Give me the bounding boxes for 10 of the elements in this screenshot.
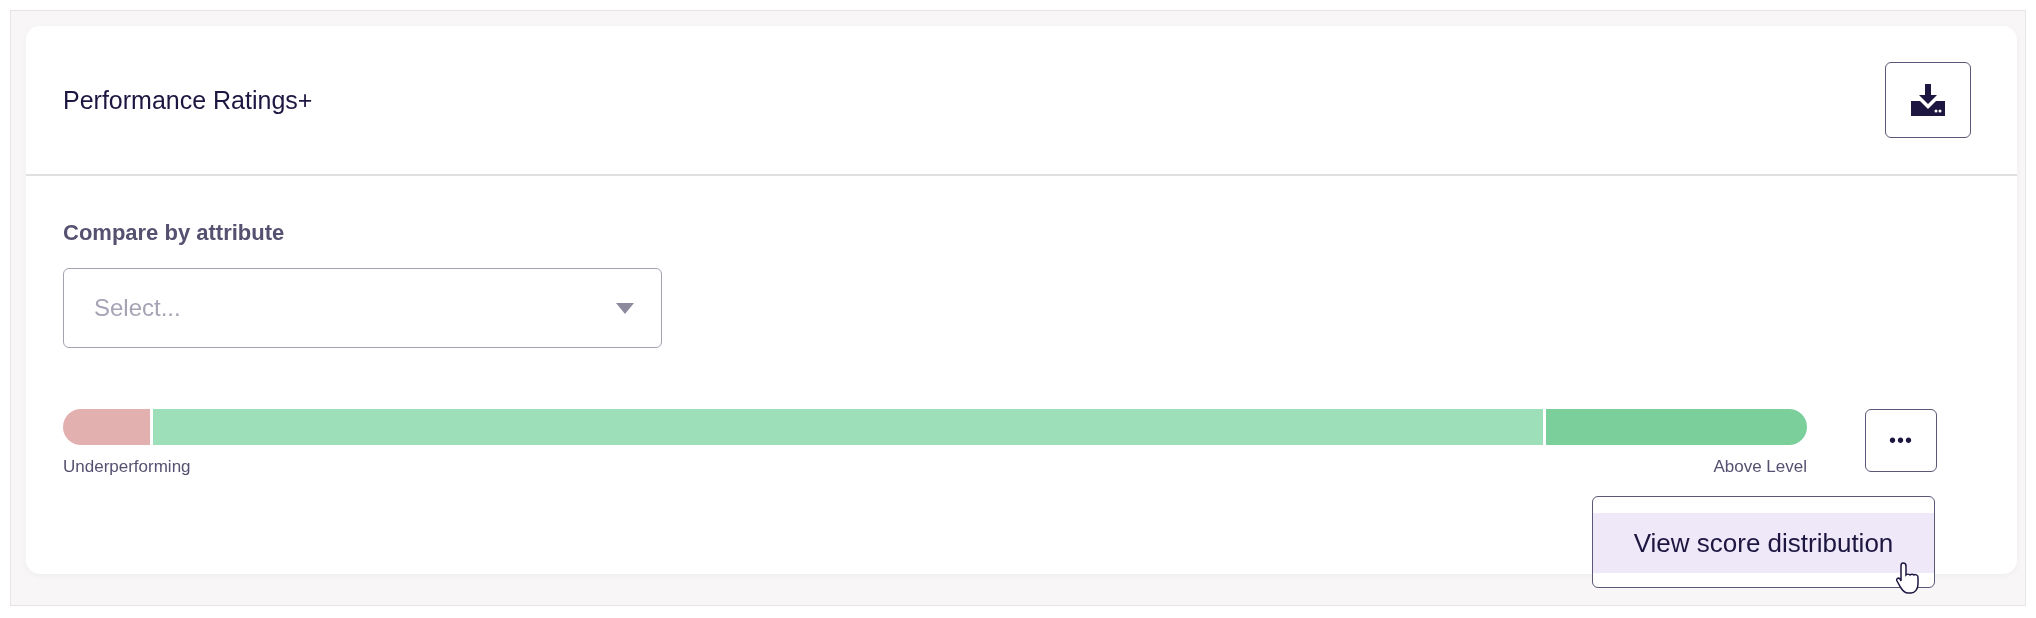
download-button[interactable] xyxy=(1885,62,1971,138)
menu-item[interactable]: View score distribution xyxy=(1593,513,1934,573)
field-label: Compare by attribute xyxy=(63,220,285,246)
attribute-dropdown[interactable]: Select... xyxy=(63,268,662,348)
card-title: Performance Ratings+ xyxy=(63,85,313,115)
caret-icon xyxy=(616,303,634,314)
more-button[interactable]: ••• xyxy=(1865,409,1937,472)
scale-end-label: Above Level xyxy=(1713,457,1807,477)
scale-start-label: Underperforming xyxy=(63,457,191,477)
download-icon xyxy=(1911,84,1945,116)
